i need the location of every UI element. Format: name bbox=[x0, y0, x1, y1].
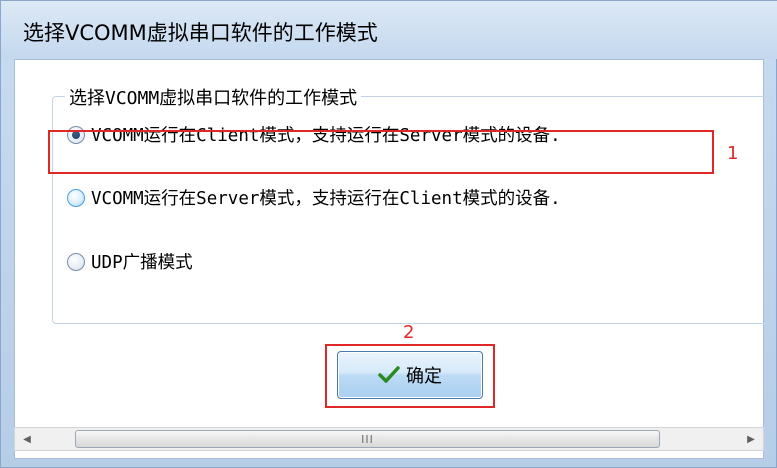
title-bar[interactable]: 选择VCOMM虚拟串口软件的工作模式 bbox=[1, 1, 777, 59]
radio-option-udp-broadcast[interactable]: UDP广播模式 bbox=[67, 249, 193, 274]
ok-button-label: 确定 bbox=[406, 366, 442, 387]
horizontal-scrollbar[interactable]: ◀ III ▶ bbox=[14, 427, 764, 451]
radio-button-udp-broadcast[interactable] bbox=[67, 252, 85, 271]
annotation-box-1 bbox=[48, 130, 714, 174]
scroll-left-arrow-icon[interactable]: ◀ bbox=[15, 428, 39, 450]
scroll-right-arrow-icon[interactable]: ▶ bbox=[739, 428, 763, 450]
radio-option-server-mode[interactable]: VCOMM运行在Server模式，支持运行在Client模式的设备. bbox=[67, 185, 561, 210]
annotation-marker-2: 2 bbox=[403, 322, 415, 343]
ok-button[interactable]: 确定 bbox=[337, 351, 483, 399]
checkmark-icon bbox=[378, 366, 400, 383]
scrollbar-grip: III bbox=[361, 432, 374, 446]
annotation-marker-1: 1 bbox=[727, 143, 739, 164]
scrollbar-thumb[interactable]: III bbox=[75, 430, 660, 448]
radio-label-udp-broadcast: UDP广播模式 bbox=[91, 253, 193, 273]
groupbox-legend: 选择VCOMM虚拟串口软件的工作模式 bbox=[65, 84, 362, 110]
radio-label-server-mode: VCOMM运行在Server模式，支持运行在Client模式的设备. bbox=[91, 189, 561, 209]
radio-button-server-mode[interactable] bbox=[67, 188, 85, 207]
window-title: 选择VCOMM虚拟串口软件的工作模式 bbox=[23, 21, 378, 45]
